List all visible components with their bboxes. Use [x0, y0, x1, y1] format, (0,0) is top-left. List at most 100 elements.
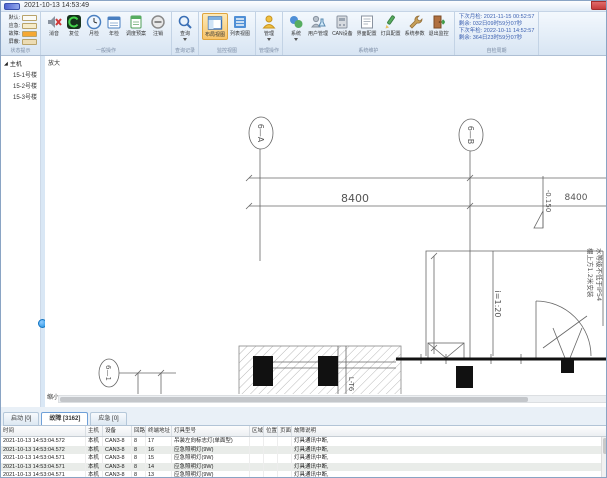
can-device-button[interactable]: CAN设备 — [330, 13, 355, 38]
monthly-check-icon — [86, 14, 102, 30]
yearly-check-icon — [106, 14, 122, 30]
vertical-scrollbar-thumb[interactable] — [603, 438, 607, 454]
lamp-config-button[interactable]: 灯具配置 — [379, 13, 403, 38]
reset-button[interactable]: 复位 — [64, 13, 84, 38]
app-window: 2021-10-13 14:53:49 默认: 应急: 故障: 屏蔽: 状态提示 — [0, 0, 607, 478]
horizontal-scrollbar-thumb[interactable] — [60, 397, 528, 402]
zoom-in-button[interactable]: 放大 — [47, 58, 61, 67]
col-page[interactable]: 页面 — [278, 426, 292, 436]
table-row[interactable]: 2021-10-13 14:53:04.572 本机 CAN3-8 8 16 应… — [1, 446, 607, 455]
grid-bubble-1-label: 6—1 — [104, 365, 112, 381]
tree-expand-icon[interactable]: ◢ — [4, 61, 8, 67]
col-lamp-model[interactable]: 灯具型号 — [172, 426, 250, 436]
event-log-panel: 启动 [0] 故障 [3162] 应急 [0] 时间 主机 设备 回路 终端地址… — [1, 407, 607, 478]
dropdown-arrow-icon — [267, 38, 271, 41]
query-group: 查询 查询记录 — [172, 12, 199, 55]
col-time[interactable]: 时间 — [1, 426, 86, 436]
system-icon — [288, 14, 304, 30]
system-button[interactable]: 系统 — [286, 13, 306, 42]
grid-bubble-a-label: 6—A — [256, 124, 265, 143]
col-fault-desc[interactable]: 故障说明 — [292, 426, 607, 436]
user-management-icon — [310, 14, 326, 30]
ui-config-button[interactable]: 界面配置 — [355, 13, 379, 38]
tree-node-host[interactable]: ◢ 主机 — [1, 56, 40, 68]
building-tree-panel: ◢ 主机 15-1号楼 15-2号楼 15-3号楼 — [1, 56, 41, 407]
general-ops-group: 消音 复位 月检 — [41, 12, 172, 55]
app-icon — [4, 3, 20, 10]
exit-monitor-button[interactable]: 退出监控 — [427, 13, 451, 38]
dispatch-plan-icon — [128, 14, 144, 30]
cad-canvas[interactable]: 6—A 6—B 6—1 8400 8400 -0.150 i=1:20 L-T6… — [45, 56, 607, 407]
manage-button[interactable]: 管理 — [259, 13, 279, 42]
dropdown-arrow-icon — [183, 38, 187, 41]
lamp-config-icon — [383, 14, 399, 30]
legend-swatch-emergency — [22, 23, 37, 29]
status-legend-group: 默认: 应急: 故障: 屏蔽: 状态提示 — [1, 12, 41, 55]
dimension-8400-left: 8400 — [341, 192, 369, 205]
col-terminal-addr[interactable]: 终端地址 — [146, 426, 172, 436]
mute-button[interactable]: 消音 — [44, 13, 64, 38]
fault-table: 时间 主机 设备 回路 终端地址 灯具型号 区域 位置 页面 故障说明 2021… — [1, 426, 607, 478]
search-icon — [177, 14, 193, 30]
legend-swatch-default — [22, 15, 37, 21]
tree-item-building-1[interactable]: 15-1号楼 — [1, 68, 40, 79]
next-monthly-check: 下次月检: 2021-11-15 00:52:57 — [459, 14, 535, 21]
layout-view-button[interactable]: 布局视图 — [202, 13, 228, 40]
manage-group: 管理 管理操作 — [256, 12, 283, 55]
next-yearly-check: 下次年检: 2022-10-11 14:52:57 — [459, 28, 535, 35]
col-loop[interactable]: 回路 — [132, 426, 146, 436]
legend-label: 屏蔽: — [4, 38, 20, 45]
column-block — [561, 358, 574, 373]
slope-label: i=1:20 — [493, 291, 502, 318]
manager-person-icon — [261, 14, 277, 30]
legend-row-default: 默认: — [4, 14, 37, 21]
dispatch-plan-button[interactable]: 调度预案 — [124, 13, 148, 38]
group-caption: 系统维护 — [283, 47, 454, 55]
exit-door-icon — [431, 14, 447, 30]
col-device[interactable]: 设备 — [103, 426, 132, 436]
col-position[interactable]: 位置 — [264, 426, 278, 436]
tab-start[interactable]: 启动 [0] — [3, 412, 39, 425]
grid-bubble-b-label: 6—B — [466, 126, 475, 145]
logout-button[interactable]: 注销 — [148, 13, 168, 38]
layout-view-icon — [207, 15, 223, 31]
legend-row-shield: 屏蔽: — [4, 38, 37, 45]
cad-drawing[interactable]: 6—A 6—B 6—1 8400 8400 -0.150 i=1:20 L-T6… — [45, 56, 607, 394]
yearly-check-button[interactable]: 年检 — [104, 13, 124, 38]
tab-fault[interactable]: 故障 [3162] — [41, 412, 88, 425]
legend-label: 应急: — [4, 22, 20, 29]
monthly-remaining: 剩余: 032日09时59分07秒 — [459, 21, 523, 28]
install-note-line2: 水等级不低于IP54 — [595, 248, 604, 301]
system-params-button[interactable]: 系统参数 — [403, 13, 427, 38]
table-row[interactable]: 2021-10-13 14:53:04.571 本机 CAN3-8 8 14 应… — [1, 463, 607, 472]
fault-table-body: 2021-10-13 14:53:04.572 本机 CAN3-8 8 17 吊… — [1, 437, 607, 478]
vertical-scrollbar[interactable] — [601, 437, 607, 478]
col-host[interactable]: 主机 — [86, 426, 103, 436]
close-button[interactable] — [591, 1, 607, 10]
title-bar[interactable]: 2021-10-13 14:53:49 — [1, 1, 607, 12]
table-row[interactable]: 2021-10-13 14:53:04.571 本机 CAN3-8 8 13 应… — [1, 471, 607, 478]
dropdown-arrow-icon — [294, 38, 298, 41]
tree-item-building-2[interactable]: 15-2号楼 — [1, 79, 40, 90]
col-area[interactable]: 区域 — [250, 426, 264, 436]
tab-emergency[interactable]: 应急 [0] — [90, 412, 126, 425]
install-note-line1: 棚上方1.2米安装 — [586, 248, 595, 298]
event-tabs: 启动 [0] 故障 [3162] 应急 [0] — [3, 412, 607, 426]
tree-root-label: 主机 — [10, 59, 22, 68]
query-button[interactable]: 查询 — [175, 13, 195, 42]
group-caption: 管理操作 — [256, 47, 282, 55]
list-view-button[interactable]: 列表视图 — [228, 13, 252, 38]
table-row[interactable]: 2021-10-13 14:53:04.572 本机 CAN3-8 8 17 吊… — [1, 437, 607, 446]
monthly-check-button[interactable]: 月检 — [84, 13, 104, 38]
legend-swatch-shield — [22, 39, 37, 45]
horizontal-scrollbar[interactable] — [58, 395, 607, 403]
tree-item-building-3[interactable]: 15-3号楼 — [1, 90, 40, 101]
legend-row-emergency: 应急: — [4, 22, 37, 29]
table-row[interactable]: 2021-10-13 14:53:04.571 本机 CAN3-8 8 15 应… — [1, 454, 607, 463]
yearly-remaining: 剩余: 364日23时59分07秒 — [459, 35, 523, 42]
fault-table-header: 时间 主机 设备 回路 终端地址 灯具型号 区域 位置 页面 故障说明 — [1, 426, 607, 437]
elevation-label: -0.150 — [544, 190, 552, 213]
user-management-button[interactable]: 用户管理 — [306, 13, 330, 38]
wrench-icon — [407, 14, 423, 30]
legend-row-fault: 故障: — [4, 30, 37, 37]
